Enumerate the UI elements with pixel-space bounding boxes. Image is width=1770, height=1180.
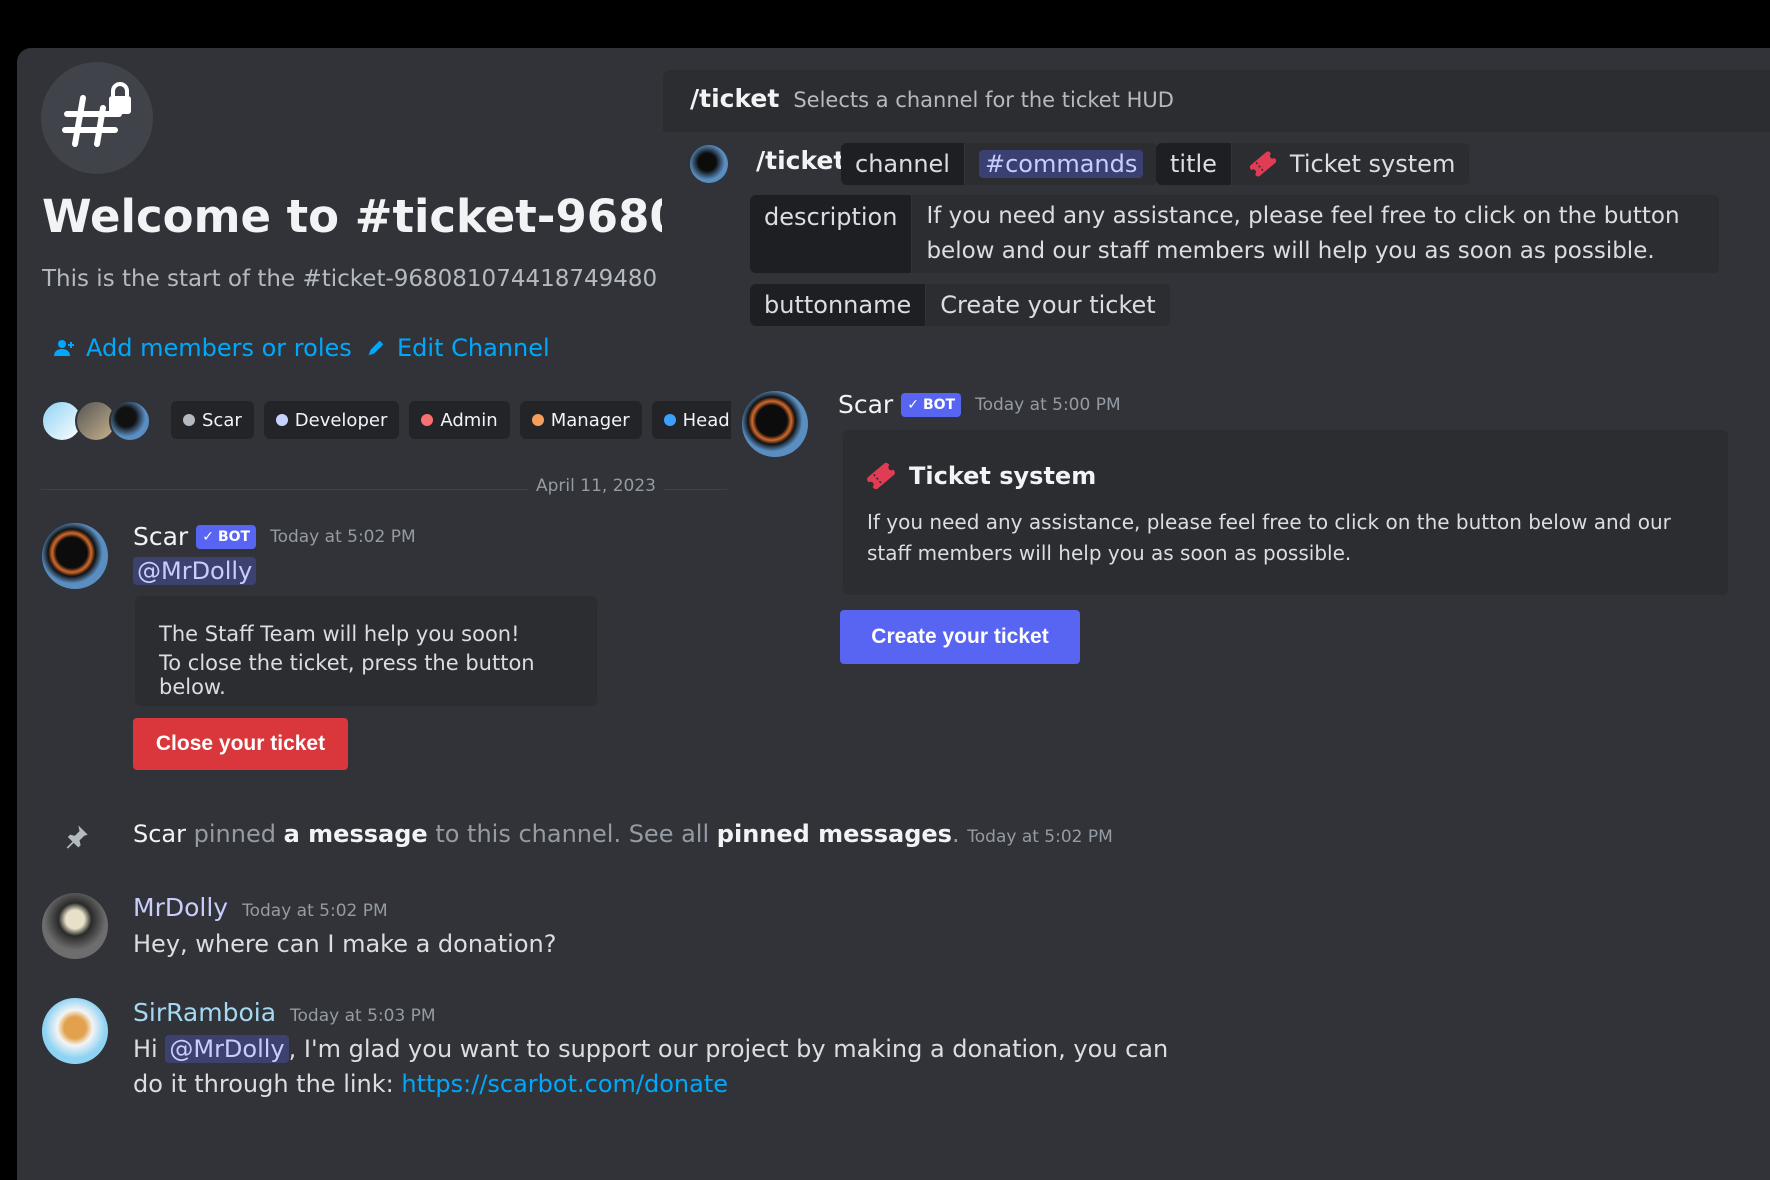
message-header: Scar ✓ BOT Today at 5:02 PM — [133, 522, 416, 551]
option-channel[interactable]: channel #commands — [841, 143, 1158, 185]
create-ticket-button[interactable]: Create your ticket — [840, 610, 1080, 664]
member-avatars[interactable] — [41, 400, 151, 442]
embed-title: Ticket system — [909, 462, 1097, 490]
timestamp: Today at 5:00 PM — [975, 394, 1121, 415]
author-name[interactable]: SirRamboia — [133, 998, 276, 1027]
mention[interactable]: @MrDolly — [165, 1035, 289, 1063]
embed-line: staff members will help you as soon as p… — [867, 541, 1352, 565]
command-name: /ticket — [690, 84, 780, 113]
ticket-embed: Ticket system If you need any assistance… — [843, 430, 1728, 595]
role-dot — [663, 414, 676, 426]
donate-link[interactable]: https://scarbot.com/donate — [401, 1070, 728, 1098]
role-dot — [183, 414, 195, 426]
message-text: Hey, where can I make a donation? — [133, 930, 557, 958]
message-header: Scar ✓ BOT Today at 5:00 PM — [838, 390, 1121, 419]
roles-list: Scar Developer Admin Manager Head — [171, 401, 731, 439]
command-header: /ticket Selects a channel for the ticket… — [690, 84, 1174, 113]
role-dot — [531, 414, 544, 426]
role-tag-manager[interactable]: Manager — [519, 401, 642, 439]
role-dot — [421, 414, 434, 426]
sirramboia-avatar[interactable] — [42, 998, 108, 1064]
date-divider-label: April 11, 2023 — [528, 476, 664, 496]
ticket-icon — [1249, 151, 1277, 177]
pin-icon — [62, 823, 90, 855]
embed: The Staff Team will help you soon! To cl… — [135, 596, 597, 706]
command-invoke: /ticket — [756, 146, 846, 175]
author-name[interactable]: MrDolly — [133, 893, 228, 922]
command-description: Selects a channel for the ticket HUD — [793, 88, 1174, 112]
timestamp: Today at 5:02 PM — [270, 526, 416, 547]
timestamp: Today at 5:03 PM — [290, 1006, 436, 1026]
pin-actor[interactable]: Scar — [133, 820, 186, 848]
role-tag-scar[interactable]: Scar — [171, 401, 254, 439]
role-dot — [275, 414, 288, 426]
role-tag-head[interactable]: Head — [651, 401, 731, 439]
message-text: Hi @MrDolly, I'm glad you want to suppor… — [133, 1035, 1169, 1063]
welcome-title: Welcome to #ticket-96808 — [42, 190, 662, 243]
scar-avatar[interactable] — [42, 523, 108, 589]
check-icon: ✓ — [202, 528, 214, 545]
hashtag-lock-icon — [62, 82, 131, 147]
message-header: SirRamboia Today at 5:03 PM — [133, 998, 436, 1027]
pencil-icon — [368, 340, 384, 356]
mrdolly-avatar[interactable] — [42, 893, 108, 959]
check-icon: ✓ — [907, 396, 919, 413]
role-tag-developer[interactable]: Developer — [263, 401, 400, 439]
channel-start-text: This is the start of the #ticket-9680810… — [42, 266, 658, 292]
pinned-message-link[interactable]: a message — [284, 820, 428, 848]
channel-icon — [41, 62, 153, 174]
author-name[interactable]: Scar — [133, 522, 188, 551]
message-header: MrDolly Today at 5:02 PM — [133, 893, 388, 922]
option-title[interactable]: title Ticket system — [1156, 143, 1470, 185]
channel-mention[interactable]: #commands — [978, 150, 1144, 178]
add-user-icon — [54, 340, 74, 356]
edit-channel-button[interactable]: Edit Channel — [365, 334, 550, 362]
mention[interactable]: @MrDolly — [133, 557, 257, 585]
option-description[interactable]: description If you need any assistance, … — [750, 195, 1719, 273]
author-name[interactable]: Scar — [838, 390, 893, 419]
scar-avatar[interactable] — [742, 391, 808, 457]
avatar — [690, 145, 728, 183]
pinned-messages-link[interactable]: pinned messages — [717, 820, 952, 848]
role-tag-admin[interactable]: Admin — [409, 401, 510, 439]
option-buttonname[interactable]: buttonname Create your ticket — [750, 284, 1170, 326]
timestamp: Today at 5:02 PM — [967, 827, 1113, 847]
embed-title-row: Ticket system — [863, 458, 1096, 494]
message-text: do it through the link: https://scarbot.… — [133, 1070, 728, 1098]
ticket-icon — [867, 462, 895, 490]
embed-line: If you need any assistance, please feel … — [867, 510, 1671, 534]
bot-badge: ✓ BOT — [196, 524, 257, 549]
embed-line: To close the ticket, press the button be… — [159, 651, 535, 699]
timestamp: Today at 5:02 PM — [242, 901, 388, 921]
embed-line: The Staff Team will help you soon! — [159, 622, 520, 646]
bot-badge: ✓ BOT — [901, 392, 962, 417]
avatar — [109, 400, 151, 442]
close-ticket-button[interactable]: Close your ticket — [133, 718, 348, 770]
add-members-button[interactable]: Add members or roles — [52, 334, 352, 362]
pin-notice: Scar pinned a message to this channel. S… — [133, 820, 1113, 848]
